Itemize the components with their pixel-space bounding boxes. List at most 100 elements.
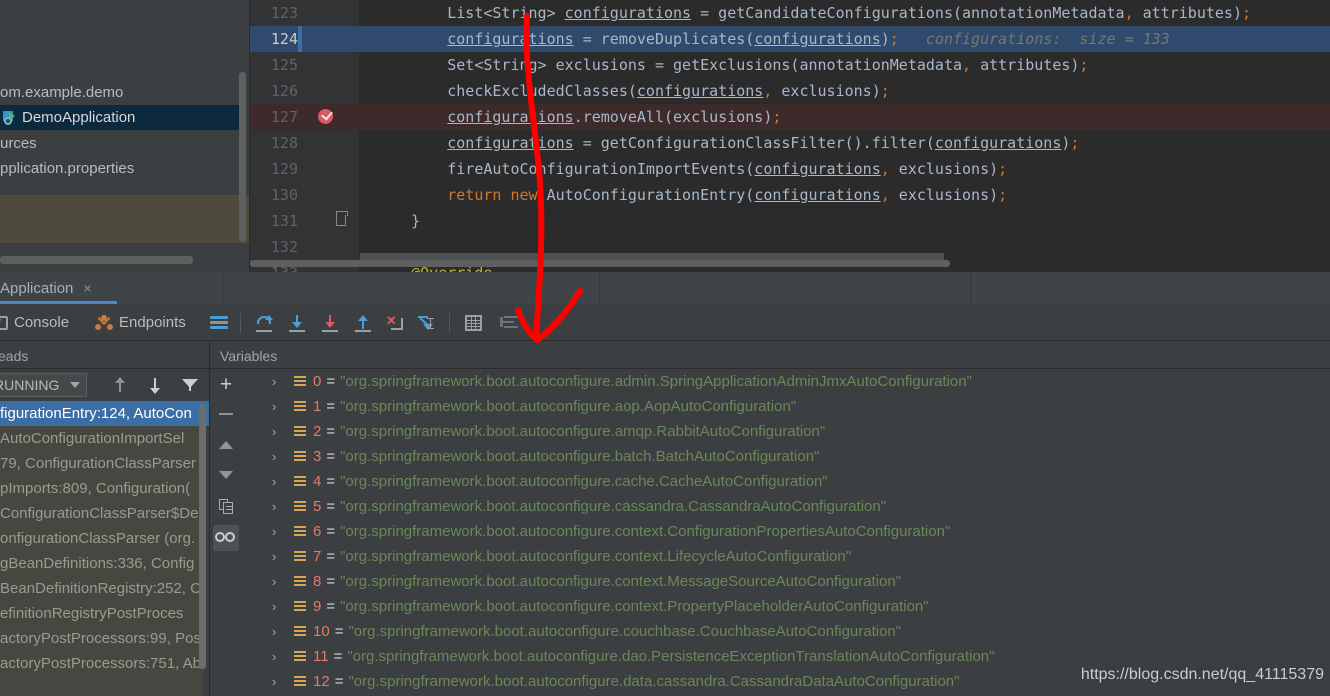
gutter-marker[interactable] [298,130,357,156]
gutter-marker[interactable] [298,208,357,234]
console-icon [0,315,8,330]
variable-row[interactable]: › 4 = "org.springframework.boot.autoconfigu… [240,469,1330,494]
move-down-button[interactable] [213,462,239,488]
show-execution-point-button[interactable] [209,305,228,341]
frame-row[interactable]: ConfigurationClassParser$De [0,501,209,526]
variable-row[interactable]: › 0 = "org.springframework.boot.autoconfigu… [240,369,1330,394]
code-line[interactable]: 128 configurations = getConfigurationCla… [250,130,1330,156]
frame-row[interactable]: actoryPostProcessors:751, Ab [0,651,209,676]
project-tree-item[interactable]: DemoApplication [0,105,243,130]
inspect-button[interactable] [213,525,239,551]
variable-row[interactable]: › 10 = "org.springframework.boot.autoconfig… [240,619,1330,644]
gutter-marker[interactable] [298,104,357,130]
copy-value-button[interactable] [213,493,239,519]
remove-watch-button[interactable] [213,401,239,427]
chevron-right-icon[interactable]: › [272,399,288,414]
frames-up-button[interactable] [110,375,130,395]
chevron-right-icon[interactable]: › [272,474,288,489]
trace-settings-button[interactable] [499,305,518,341]
chevron-right-icon[interactable]: › [272,424,288,439]
endpoints-button[interactable]: Endpoints [95,305,186,341]
project-tree-item[interactable]: om.example.demo [0,80,243,105]
variable-row[interactable]: › 7 = "org.springframework.boot.autoconfigu… [240,544,1330,569]
variable-value: "org.springframework.boot.autoconfigure.… [340,573,902,590]
gutter-marker[interactable] [298,78,357,104]
step-over-button[interactable] [254,305,274,341]
frame-row[interactable]: onfigurationClassParser (org. [0,526,209,551]
frame-row[interactable]: figurationEntry:124, AutoCon [0,401,209,426]
frames-panel[interactable]: RUNNING figurationEntry:124, AutoCon Auto… [0,369,209,696]
variable-row[interactable]: › 5 = "org.springframework.boot.autoconfigu… [240,494,1330,519]
force-step-into-button[interactable] [320,305,340,341]
frames-vertical-scrollbar[interactable] [199,404,206,669]
move-up-button[interactable] [213,432,239,458]
run-to-cursor-button[interactable] [417,305,437,341]
step-into-button[interactable] [287,305,307,341]
chevron-right-icon[interactable]: › [272,624,288,639]
close-icon[interactable]: × [83,281,91,295]
frame-row[interactable]: actoryPostProcessors:99, Pos [0,626,209,651]
chevron-right-icon[interactable]: › [272,449,288,464]
variable-equals: = [326,598,336,615]
frame-row[interactable]: AutoConfigurationImportSel [0,426,209,451]
project-horizontal-scrollbar[interactable] [0,256,193,264]
editor-horizontal-scrollbar[interactable] [250,260,950,267]
debug-column-headers: eads Variables [0,342,1330,369]
variable-row[interactable]: › 1 = "org.springframework.boot.autoconfigu… [240,394,1330,419]
variable-index: 3 [313,448,322,465]
step-out-button[interactable] [353,305,373,341]
variable-row[interactable]: › 8 = "org.springframework.boot.autoconfigu… [240,569,1330,594]
frames-down-button[interactable] [145,375,165,395]
frames-list[interactable]: figurationEntry:124, AutoCon AutoConfigur… [0,401,209,696]
frame-row[interactable]: 79, ConfigurationClassParser [0,451,209,476]
chevron-right-icon[interactable]: › [272,499,288,514]
gutter-marker[interactable] [298,234,357,260]
chevron-right-icon[interactable]: › [272,374,288,389]
thread-state-dropdown[interactable]: RUNNING [0,373,87,397]
code-line[interactable]: 130 return new AutoConfigurationEntry(co… [250,182,1330,208]
project-tree-panel[interactable]: om.example.demo DemoApplication urces pplic… [0,0,249,272]
chevron-right-icon[interactable]: › [272,599,288,614]
variables-panel[interactable]: › 0 = "org.springframework.boot.autoconfigu… [240,369,1330,696]
tab-application[interactable]: Application × [0,272,92,304]
drop-frame-button[interactable]: ✕ [386,305,406,341]
variable-row[interactable]: › 3 = "org.springframework.boot.autoconfigu… [240,444,1330,469]
project-vertical-scrollbar[interactable] [239,72,246,242]
chevron-right-icon[interactable]: › [272,549,288,564]
frame-row[interactable]: gBeanDefinitions:336, Config [0,551,209,576]
code-text: configurations = removeDuplicates(config… [447,30,1170,48]
chevron-right-icon[interactable]: › [272,674,288,689]
gutter-marker[interactable] [298,182,357,208]
chevron-right-icon[interactable]: › [272,649,288,664]
add-watch-button[interactable]: + [213,371,239,397]
frame-row[interactable]: pImports:809, Configuration( [0,476,209,501]
project-tree-item[interactable]: urces [0,131,243,156]
breakpoint-icon[interactable] [318,109,333,124]
gutter-marker[interactable] [298,0,357,26]
gutter-marker[interactable] [298,26,357,52]
code-line[interactable]: 124 configurations = removeDuplicates(co… [250,26,1330,52]
frame-row[interactable]: efinitionRegistryPostProces [0,601,209,626]
code-editor[interactable]: 123 List<String> configurations = getCan… [250,0,1330,282]
code-line[interactable]: 126 checkExcludedClasses(configurations,… [250,78,1330,104]
chevron-right-icon[interactable]: › [272,574,288,589]
code-line[interactable]: 131 } [250,208,1330,234]
variable-index: 4 [313,473,322,490]
gutter-marker[interactable] [298,52,357,78]
gutter-marker[interactable] [298,156,357,182]
variable-row[interactable]: › 6 = "org.springframework.boot.autoconfigu… [240,519,1330,544]
code-line[interactable]: 125 Set<String> exclusions = getExclusio… [250,52,1330,78]
frame-row[interactable]: BeanDefinitionRegistry:252, C [0,576,209,601]
code-fold-icon[interactable] [336,211,348,226]
code-line[interactable]: 127 configurations.removeAll(exclusions)… [250,104,1330,130]
variable-row[interactable]: › 9 = "org.springframework.boot.autoconfigu… [240,594,1330,619]
code-line[interactable]: 129 fireAutoConfigurationImportEvents(co… [250,156,1330,182]
frame-label: AutoConfigurationImportSel [0,430,185,447]
variable-row[interactable]: › 2 = "org.springframework.boot.autoconfigu… [240,419,1330,444]
console-button[interactable]: Console [0,305,69,341]
project-tree-item[interactable]: pplication.properties [0,156,243,181]
evaluate-expression-button[interactable] [464,305,482,341]
frames-filter-button[interactable] [180,375,200,395]
chevron-right-icon[interactable]: › [272,524,288,539]
code-line[interactable]: 123 List<String> configurations = getCan… [250,0,1330,26]
